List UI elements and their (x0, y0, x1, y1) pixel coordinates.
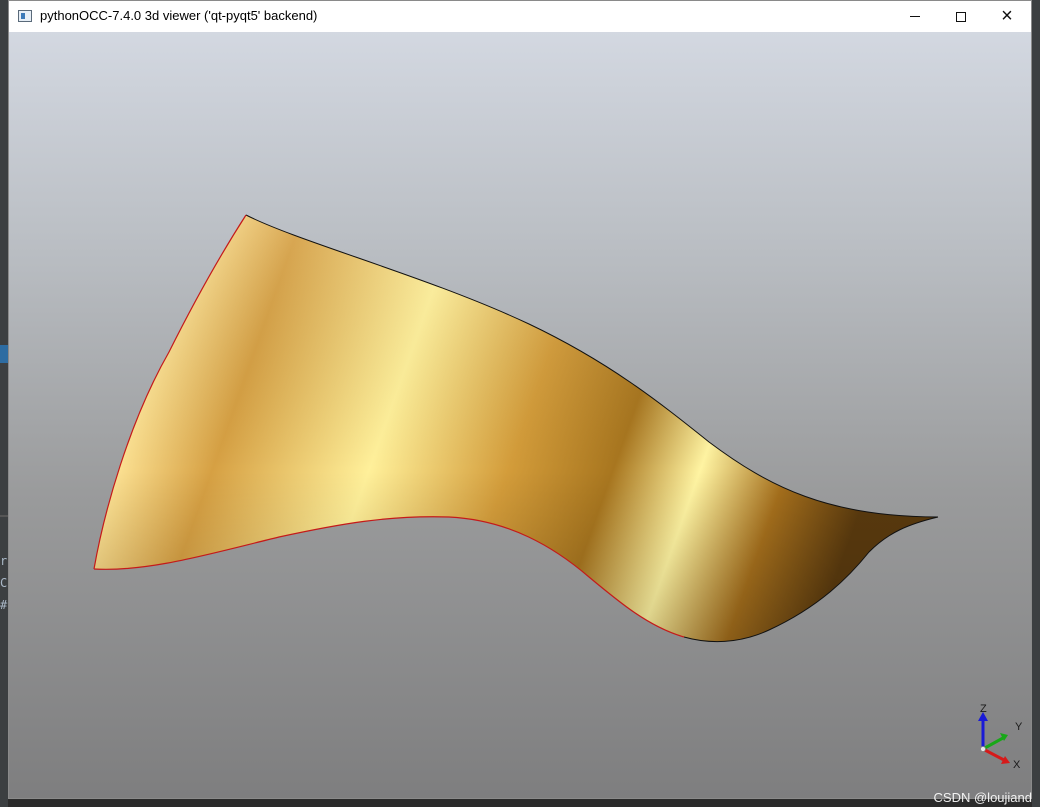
y-axis-arrow (982, 736, 1004, 751)
maximize-icon (956, 11, 966, 22)
close-icon: × (1001, 5, 1013, 27)
minimize-button[interactable] (892, 1, 938, 32)
background-ide-panel: r[ C( # (0, 0, 14, 807)
app-window-icon[interactable] (18, 10, 32, 22)
watermark: CSDN @loujiand (933, 790, 1032, 805)
ide-divider (0, 515, 8, 517)
minimize-icon (910, 16, 920, 17)
ide-code-line: # (0, 598, 8, 612)
viewer-window: pythonOCC-7.4.0 3d viewer ('qt-pyqt5' ba… (8, 0, 1032, 799)
background-ide-panel-right (1032, 0, 1040, 807)
ide-selection-stripe (0, 345, 8, 363)
x-axis-label: X (1013, 759, 1021, 771)
axis-triedron: Z Y X (971, 702, 1031, 777)
bspline-surface[interactable] (9, 32, 1031, 798)
y-axis-label: Y (1015, 721, 1023, 733)
z-axis-label: Z (980, 703, 987, 715)
3d-viewport[interactable]: Z Y X (9, 32, 1031, 798)
surface-shading (94, 215, 938, 642)
window-title: pythonOCC-7.4.0 3d viewer ('qt-pyqt5' ba… (40, 8, 318, 23)
close-button[interactable]: × (984, 1, 1030, 32)
x-axis-arrow (982, 747, 1005, 762)
maximize-button[interactable] (938, 1, 984, 32)
title-bar[interactable]: pythonOCC-7.4.0 3d viewer ('qt-pyqt5' ba… (9, 1, 1031, 32)
